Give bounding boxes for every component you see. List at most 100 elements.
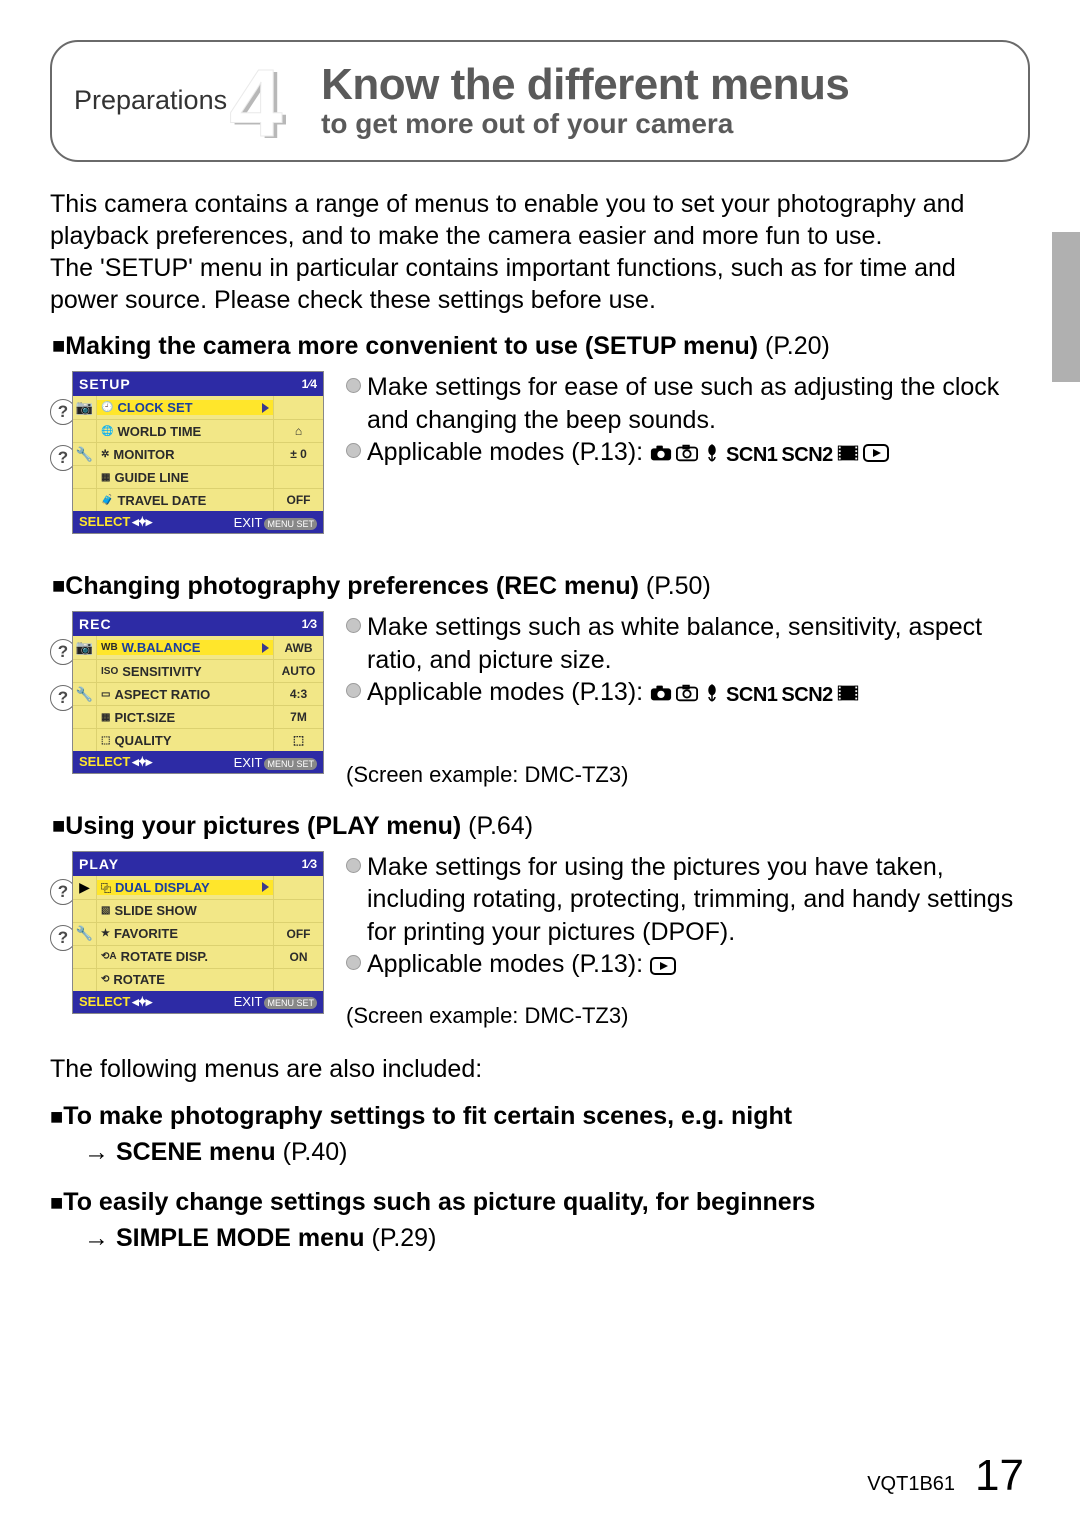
menu-row: 🔧▭ASPECT RATIO4:3 — [73, 682, 323, 705]
intro-paragraph: This camera contains a range of menus to… — [50, 188, 1030, 316]
menu-item-label: WBW.BALANCE — [97, 640, 273, 655]
menu-item-label: ISOSENSITIVITY — [97, 664, 273, 679]
setup-bullet-2: Applicable modes (P.13): SCN1SCN2 — [346, 436, 1030, 470]
menu-left-icon: 🔧 — [73, 443, 97, 465]
rec-bullet-1: Make settings such as white balance, sen… — [346, 611, 1030, 676]
macro-mode-icon — [702, 683, 722, 703]
menu-left-icon — [73, 706, 97, 728]
setup-menu-screenshot: SETUP1⁄4📷🕘CLOCK SET🌐WORLD TIME⌂🔧✲MONITOR… — [72, 371, 324, 534]
menu-left-icon — [73, 729, 97, 751]
page-subtitle: to get more out of your camera — [321, 108, 1006, 140]
rec-bullet-2: Applicable modes (P.13): SCN1SCN2 — [346, 676, 1030, 710]
page-number: 17 — [975, 1451, 1024, 1501]
menu-row: 📷🕘CLOCK SET — [73, 396, 323, 419]
menu-item-label: ⬚QUALITY — [97, 733, 273, 748]
menu-row: ▦PICT.SIZE7M — [73, 705, 323, 728]
menu-item-value: ⬚ — [273, 729, 323, 751]
menu-item-label: ▦GUIDE LINE — [97, 470, 273, 485]
menu-item-value — [273, 900, 323, 922]
later-intro: The following menus are also included: — [50, 1055, 1030, 1084]
menu-left-icon — [73, 900, 97, 922]
play-bullet-1: Make settings for using the pictures you… — [346, 851, 1030, 949]
page-title: Know the different menus — [321, 60, 1006, 110]
screen-example-note: (Screen example: DMC-TZ3) — [346, 1003, 1030, 1029]
menu-left-icon: 📷 — [73, 636, 97, 659]
menu-row: ⟲ROTATE — [73, 968, 323, 991]
menu-left-icon: 🔧 — [73, 683, 97, 705]
macro-mode-icon — [702, 443, 722, 463]
play-heading: ■Using your pictures (PLAY menu) (P.64) — [52, 812, 1030, 841]
scn1-mode-icon: SCN1 — [726, 677, 777, 710]
play-bullet-2: Applicable modes (P.13): — [346, 948, 1030, 981]
menu-row: ⟲AROTATE DISP.ON — [73, 945, 323, 968]
menu-item-label: ▦PICT.SIZE — [97, 710, 273, 725]
menu-left-icon — [73, 946, 97, 968]
menu-left-icon: 🔧 — [73, 923, 97, 945]
movie-mode-icon — [837, 444, 859, 462]
rec-menu-screenshot: REC1⁄3📷WBW.BALANCEAWBISOSENSITIVITYAUTO🔧… — [72, 611, 324, 774]
preparations-label: Preparations — [74, 85, 227, 116]
play-menu-screenshot: PLAY1⁄3▶⿻DUAL DISPLAY▧SLIDE SHOW🔧★FAVORI… — [72, 851, 324, 1014]
menu-row: 📷WBW.BALANCEAWB — [73, 636, 323, 659]
menu-item-value: OFF — [273, 923, 323, 945]
rec-heading: ■Changing photography preferences (REC m… — [52, 572, 1030, 601]
menu-left-icon — [73, 489, 97, 511]
setup-heading: ■Making the camera more convenient to us… — [52, 332, 1030, 361]
scn2-mode-icon: SCN2 — [781, 677, 832, 710]
menu-item-label: 🌐WORLD TIME — [97, 424, 273, 439]
menu-item-value: OFF — [273, 489, 323, 511]
camera-mode-icon — [650, 684, 672, 702]
additional-menu-item: ■To easily change settings such as pictu… — [50, 1184, 1030, 1257]
step-number-4: 4 4 — [229, 56, 313, 144]
menu-item-label: ✲MONITOR — [97, 447, 273, 462]
menu-item-label: 🧳TRAVEL DATE — [97, 493, 273, 508]
menu-row: 🔧★FAVORITEOFF — [73, 922, 323, 945]
rec-section: ■Changing photography preferences (REC m… — [50, 572, 1030, 788]
additional-menus-list: ■To make photography settings to fit cer… — [50, 1098, 1030, 1257]
menu-item-value: AWB — [273, 636, 323, 659]
menu-item-label: ⿻DUAL DISPLAY — [97, 880, 273, 895]
menu-item-value — [273, 969, 323, 991]
page-footer: VQT1B61 17 — [867, 1451, 1024, 1501]
menu-item-value: 4:3 — [273, 683, 323, 705]
menu-item-label: ▭ASPECT RATIO — [97, 687, 273, 702]
scn1-mode-icon: SCN1 — [726, 437, 777, 470]
menu-item-value: ON — [273, 946, 323, 968]
menu-row: ▦GUIDE LINE — [73, 465, 323, 488]
play-mode-icon — [650, 957, 676, 975]
menu-item-label: ▧SLIDE SHOW — [97, 903, 273, 918]
menu-row: ISOSENSITIVITYAUTO — [73, 659, 323, 682]
menu-left-icon — [73, 466, 97, 488]
movie-mode-icon — [837, 684, 859, 702]
play-section: ■Using your pictures (PLAY menu) (P.64) … — [50, 812, 1030, 1029]
menu-item-value — [273, 396, 323, 419]
menu-row: 🧳TRAVEL DATEOFF — [73, 488, 323, 511]
menu-item-label: ⟲ROTATE — [97, 972, 273, 987]
menu-item-value: AUTO — [273, 660, 323, 682]
menu-left-icon — [73, 420, 97, 442]
scn2-mode-icon: SCN2 — [781, 437, 832, 470]
menu-left-icon — [73, 660, 97, 682]
screen-example-note: (Screen example: DMC-TZ3) — [346, 762, 1030, 788]
menu-item-label: ⟲AROTATE DISP. — [97, 949, 273, 964]
additional-menu-item: ■To make photography settings to fit cer… — [50, 1098, 1030, 1171]
menu-row: ▶⿻DUAL DISPLAY — [73, 876, 323, 899]
setup-section: ■Making the camera more convenient to us… — [50, 332, 1030, 534]
menu-left-icon — [73, 969, 97, 991]
menu-left-icon: 📷 — [73, 396, 97, 419]
menu-left-icon: ▶ — [73, 876, 97, 899]
menu-row: 🌐WORLD TIME⌂ — [73, 419, 323, 442]
menu-item-value: ⌂ — [273, 420, 323, 442]
menu-item-value: ± 0 — [273, 443, 323, 465]
menu-row: ⬚QUALITY⬚ — [73, 728, 323, 751]
simple-mode-icon — [676, 684, 698, 702]
menu-item-label: ★FAVORITE — [97, 926, 273, 941]
play-mode-icon — [863, 444, 889, 462]
menu-row: ▧SLIDE SHOW — [73, 899, 323, 922]
menu-item-label: 🕘CLOCK SET — [97, 400, 273, 415]
page-side-tab — [1052, 232, 1080, 382]
manual-code: VQT1B61 — [867, 1473, 955, 1496]
menu-item-value — [273, 876, 323, 899]
menu-row: 🔧✲MONITOR± 0 — [73, 442, 323, 465]
menu-item-value: 7M — [273, 706, 323, 728]
